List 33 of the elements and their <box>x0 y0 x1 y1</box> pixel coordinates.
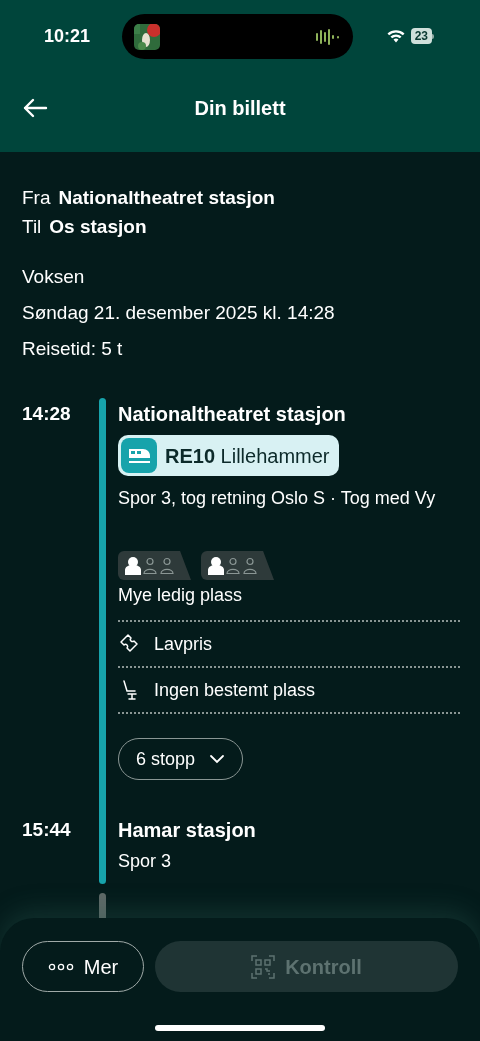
route-label: Fra <box>22 186 51 210</box>
station-name: Nationaltheatret stasjon <box>58 186 275 210</box>
station-name: Nationaltheatret stasjon <box>118 402 347 426</box>
detail-text: Voksen <box>22 265 86 289</box>
occupancy-text: Mye ledig plass <box>118 584 244 607</box>
person-outline-icon <box>225 556 241 575</box>
detail-text: Søndag 21. desember 2025 kl. 14:28 <box>22 301 336 325</box>
chevron-down-icon <box>209 754 226 764</box>
page-title: Din billett <box>194 96 286 121</box>
line-name: RE10 Lillehammer <box>165 443 330 469</box>
qr-code-icon <box>251 954 276 979</box>
platform-info: Spor 3, tog retning Oslo S · Tog med Vy <box>118 487 437 510</box>
wifi-icon <box>386 29 405 43</box>
platform-info: Spor 3 <box>118 850 173 873</box>
station-name: Os stasjon <box>49 215 147 239</box>
status-time: 10:21 <box>44 24 92 48</box>
departure-time: 15:44 <box>22 818 72 842</box>
train-icon <box>121 438 157 473</box>
station-name: Hamar stasjon <box>118 818 257 842</box>
battery-level: 23 <box>410 28 432 44</box>
person-outline-icon <box>159 556 175 575</box>
person-filled-icon <box>208 556 224 575</box>
departure-time: 14:28 <box>22 402 72 426</box>
feature-text: Ingen bestemt plass <box>154 678 316 702</box>
person-filled-icon <box>125 556 141 575</box>
more-icon <box>47 962 74 971</box>
person-outline-icon <box>242 556 258 575</box>
route-label: Til <box>22 215 42 239</box>
person-outline-icon <box>142 556 158 575</box>
back-icon[interactable] <box>22 98 48 118</box>
audio-wave-icon <box>315 27 341 46</box>
detail-text: Reisetid: 5 t <box>22 337 124 361</box>
feature-text: Lavpris <box>154 632 213 656</box>
